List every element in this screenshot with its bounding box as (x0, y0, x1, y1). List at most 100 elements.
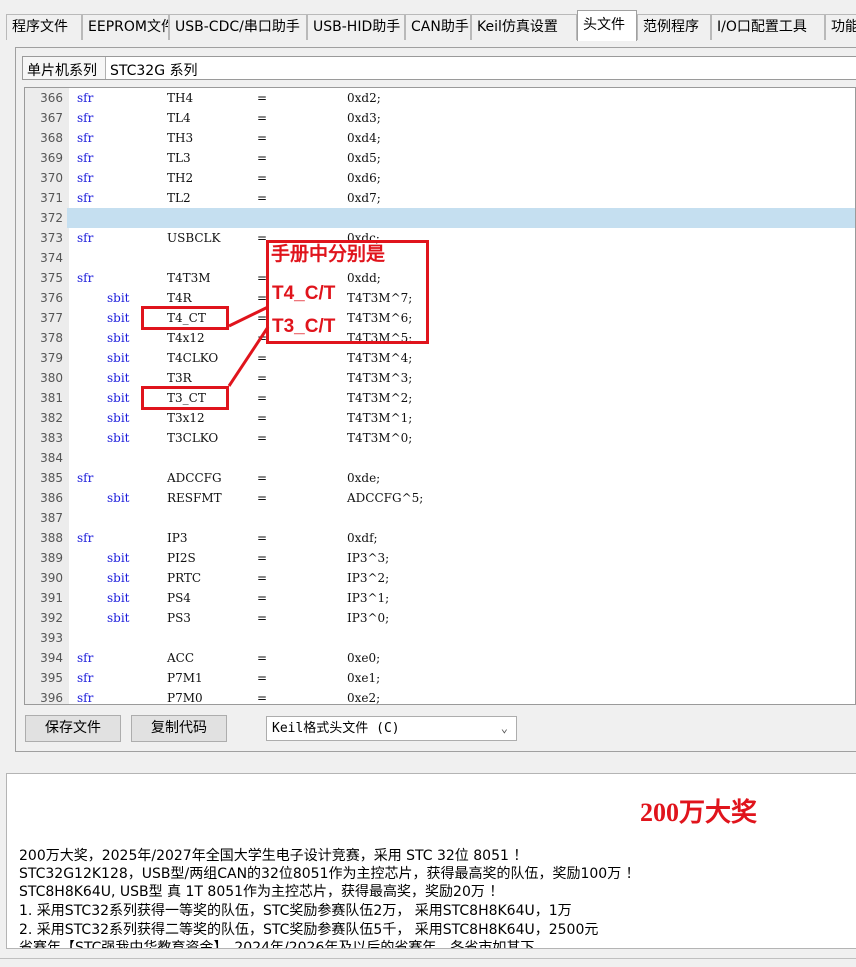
keyword: sbit (107, 551, 130, 565)
register-name: T3R (167, 371, 192, 385)
tab-item[interactable]: 功能 (825, 14, 856, 40)
code-line: 386 sbit RESFMT = ADCCFG^5; (25, 488, 855, 508)
tab-item[interactable]: CAN助手 (405, 14, 471, 40)
keyword: sfr (77, 651, 94, 665)
line-number: 374 (40, 251, 63, 265)
chevron-down-icon: ⌄ (500, 721, 508, 735)
code-line: 395 sfr P7M1 = 0xe1; (25, 668, 855, 688)
line-number: 385 (40, 471, 63, 485)
series-selector-bar: 单片机系列 STC32G 系列 (22, 56, 856, 80)
equals-sign: = (257, 171, 268, 185)
code-line: 396 sfr P7M0 = 0xe2; (25, 688, 855, 705)
code-line: 370 sfr TH2 = 0xd6; (25, 168, 855, 188)
keyword: sfr (77, 151, 94, 165)
series-dropdown[interactable]: STC32G 系列 (105, 57, 856, 79)
line-number: 393 (40, 631, 63, 645)
register-name: P7M1 (167, 671, 203, 685)
equals-sign: = (257, 671, 268, 685)
keyword: sbit (107, 611, 130, 625)
register-value: ADCCFG^5; (347, 491, 424, 505)
register-name: ACC (167, 651, 195, 665)
keyword: sfr (77, 671, 94, 685)
code-line: 387 (25, 508, 855, 528)
keyword: sbit (107, 491, 130, 505)
equals-sign: = (257, 551, 268, 565)
register-name: T4R (167, 291, 192, 305)
copy-code-button[interactable]: 复制代码 (131, 715, 227, 742)
keyword: sbit (107, 311, 130, 325)
code-line: 381 sbit T3_CT = T4T3M^2; (25, 388, 855, 408)
code-line: 368 sfr TH3 = 0xd4; (25, 128, 855, 148)
promo-text-line: STC32G12K128，USB型/两组CAN的32位8051作为主控芯片，获得… (19, 866, 640, 882)
code-line: 380 sbit T3R = T4T3M^3; (25, 368, 855, 388)
register-value: IP3^3; (347, 551, 390, 565)
register-value: 0xe1; (347, 671, 381, 685)
line-number: 389 (40, 551, 63, 565)
line-number: 388 (40, 531, 63, 545)
register-value: 0xdf; (347, 531, 378, 545)
equals-sign: = (257, 431, 268, 445)
line-number: 390 (40, 571, 63, 585)
code-line: 373 sfr USBCLK = 0xdc; (25, 228, 855, 248)
keyword: sfr (77, 471, 94, 485)
tab-item[interactable]: EEPROM文件 (82, 14, 169, 40)
tab-item[interactable]: 程序文件 (6, 14, 82, 40)
register-name: PI2S (167, 551, 196, 565)
equals-sign: = (257, 591, 268, 605)
code-line: 383 sbit T3CLKO = T4T3M^0; (25, 428, 855, 448)
tab-item[interactable]: USB-HID助手 (307, 14, 405, 40)
series-value: STC32G 系列 (110, 63, 198, 79)
promo-text-line: 2. 采用STC32系列获得二等奖的队伍，STC奖励参赛队伍5千， 采用STC8… (19, 922, 599, 938)
line-number: 381 (40, 391, 63, 405)
code-line: 388 sfr IP3 = 0xdf; (25, 528, 855, 548)
annotation-title: 手册中分别是 (271, 244, 386, 266)
register-name: ADCCFG (167, 471, 222, 485)
line-number: 375 (40, 271, 63, 285)
line-number: 392 (40, 611, 63, 625)
tab-item[interactable]: 范例程序 (637, 14, 711, 40)
register-name: P7M0 (167, 691, 203, 705)
line-number: 376 (40, 291, 63, 305)
register-name: PS4 (167, 591, 191, 605)
code-line: 372 (25, 208, 855, 228)
line-number: 391 (40, 591, 63, 605)
equals-sign: = (257, 391, 268, 405)
register-value: T4T3M^6; (347, 311, 413, 325)
tab-item[interactable]: 头文件 (577, 10, 637, 41)
save-file-button[interactable]: 保存文件 (25, 715, 121, 742)
code-line: 389 sbit PI2S = IP3^3; (25, 548, 855, 568)
equals-sign: = (257, 651, 268, 665)
register-value: 0xde; (347, 471, 381, 485)
line-number: 369 (40, 151, 63, 165)
register-name: T3x12 (167, 411, 205, 425)
register-name: IP3 (167, 531, 188, 545)
register-name: TH3 (167, 131, 194, 145)
equals-sign: = (257, 271, 268, 285)
tab-item[interactable]: Keil仿真设置 (471, 14, 577, 40)
register-name: RESFMT (167, 491, 222, 505)
promo-text-line: 1. 采用STC32系列获得一等奖的队伍，STC奖励参赛队伍2万， 采用STC8… (19, 903, 572, 919)
register-name: T3CLKO (167, 431, 219, 445)
keyword: sbit (107, 571, 130, 585)
line-number: 379 (40, 351, 63, 365)
tab-item[interactable]: USB-CDC/串口助手 (169, 14, 307, 40)
line-number: 377 (40, 311, 63, 325)
register-value: T4T3M^3; (347, 371, 413, 385)
code-editor[interactable]: 366 sfr TH4 = 0xd2; 367 sfr TL4 = 0xd3; 368 sfr TH3 =… (24, 87, 856, 705)
equals-sign: = (257, 151, 268, 165)
register-name: T4_CT (167, 311, 206, 325)
keyword: sbit (107, 331, 130, 345)
line-number: 387 (40, 511, 63, 525)
line-number: 383 (40, 431, 63, 445)
register-name: T3_CT (167, 391, 206, 405)
equals-sign: = (257, 131, 268, 145)
header-format-select[interactable]: Keil格式头文件 (C) ⌄ (266, 716, 517, 741)
series-label: 单片机系列 (27, 63, 97, 79)
tab-item[interactable]: I/O口配置工具 (711, 14, 825, 40)
register-value: IP3^0; (347, 611, 390, 625)
line-number: 396 (40, 691, 63, 705)
line-number: 395 (40, 671, 63, 685)
line-number: 384 (40, 451, 63, 465)
line-number: 382 (40, 411, 63, 425)
register-name: TL2 (167, 191, 191, 205)
